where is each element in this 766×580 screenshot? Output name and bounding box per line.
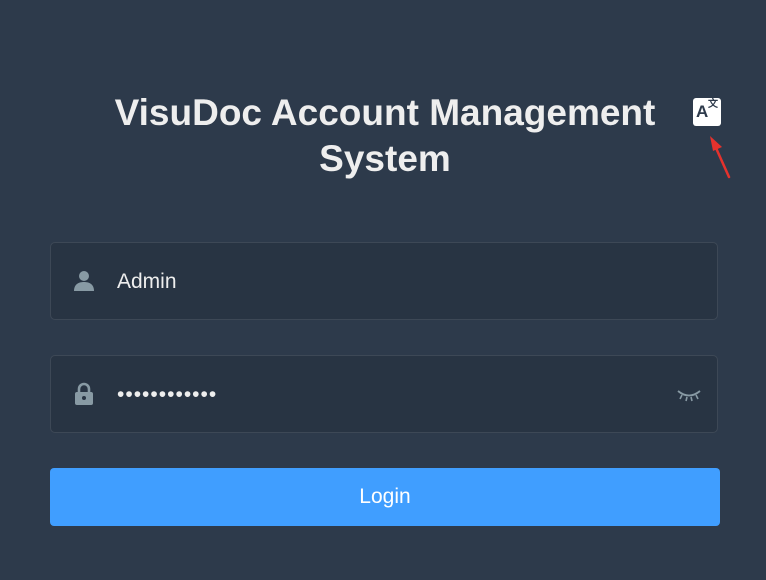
password-input[interactable] <box>117 375 657 415</box>
lock-icon <box>75 382 93 405</box>
translate-icon-latin: A <box>696 102 709 121</box>
translate-icon-cjk: 文 <box>708 99 718 110</box>
user-icon <box>74 271 94 291</box>
login-button[interactable]: Login <box>50 468 720 526</box>
annotation-arrow-icon <box>710 136 731 179</box>
language-switch-button[interactable]: A 文 <box>693 98 721 126</box>
eye-closed-icon[interactable] <box>675 384 703 404</box>
username-field <box>50 242 718 320</box>
password-field <box>50 355 718 433</box>
username-input[interactable] <box>117 262 657 302</box>
login-page: VisuDoc Account Management System A 文 Lo… <box>0 0 766 580</box>
page-title: VisuDoc Account Management System <box>114 92 656 179</box>
